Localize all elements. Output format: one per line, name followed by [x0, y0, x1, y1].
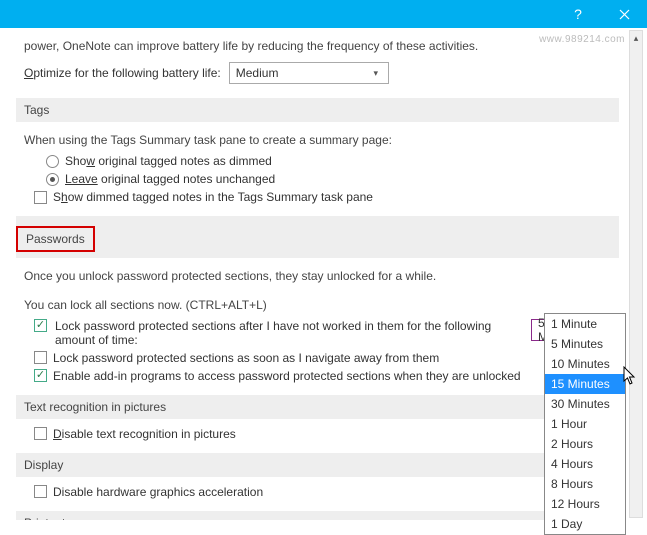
section-header-passwords: Passwords [16, 226, 95, 252]
checkbox-show-dimmed-summary[interactable] [34, 191, 47, 204]
dropdown-option[interactable]: 15 Minutes [545, 374, 625, 394]
dropdown-option[interactable]: 12 Hours [545, 494, 625, 514]
dropdown-option[interactable]: 1 Hour [545, 414, 625, 434]
section-header-display: Display [16, 453, 619, 477]
passwords-desc: Once you unlock password protected secti… [16, 264, 619, 288]
dropdown-option[interactable]: 1 Day [545, 514, 625, 534]
battery-intro-text: power, OneNote can improve battery life … [16, 34, 619, 58]
close-icon [619, 9, 630, 20]
checkbox-lock-after-idle[interactable] [34, 319, 47, 332]
checkbox-disable-text-recognition-label: Disable text recognition in pictures [53, 427, 611, 441]
checkbox-disable-text-recognition[interactable] [34, 427, 47, 440]
checkbox-show-dimmed-summary-label: Show dimmed tagged notes in the Tags Sum… [53, 190, 611, 204]
lock-timeout-dropdown[interactable]: 1 Minute5 Minutes10 Minutes15 Minutes30 … [544, 313, 626, 535]
checkbox-disable-hw-graphics[interactable] [34, 485, 47, 498]
options-panel: power, OneNote can improve battery life … [6, 28, 629, 520]
help-button[interactable]: ? [555, 0, 601, 28]
dropdown-option[interactable]: 1 Minute [545, 314, 625, 334]
checkbox-disable-hw-graphics-label: Disable hardware graphics acceleration [53, 485, 611, 499]
scroll-up-icon[interactable]: ▴ [630, 31, 642, 45]
radio-leave-unchanged[interactable] [46, 173, 59, 186]
radio-show-dimmed-label: Show original tagged notes as dimmed [65, 154, 611, 168]
dropdown-option[interactable]: 10 Minutes [545, 354, 625, 374]
titlebar: ? [0, 0, 647, 28]
checkbox-lock-on-navigate[interactable] [34, 351, 47, 364]
chevron-down-icon: ▾ [368, 68, 384, 79]
vertical-scrollbar[interactable]: ▴ [629, 30, 643, 518]
radio-leave-unchanged-label: Leave original tagged notes unchanged [65, 172, 611, 186]
section-header-passwords-row: Passwords [16, 216, 619, 258]
dropdown-option[interactable]: 30 Minutes [545, 394, 625, 414]
checkbox-enable-addins-label: Enable add-in programs to access passwor… [53, 369, 611, 383]
section-header-text-recognition: Text recognition in pictures [16, 395, 619, 419]
section-header-tags: Tags [16, 98, 619, 122]
passwords-hint: You can lock all sections now. (CTRL+ALT… [16, 289, 619, 317]
radio-show-dimmed[interactable] [46, 155, 59, 168]
dropdown-option[interactable]: 5 Minutes [545, 334, 625, 354]
tags-desc: When using the Tags Summary task pane to… [16, 128, 619, 152]
dropdown-option[interactable]: 4 Hours [545, 454, 625, 474]
dropdown-option[interactable]: 2 Hours [545, 434, 625, 454]
close-button[interactable] [601, 0, 647, 28]
section-header-printouts: Printouts [16, 511, 619, 520]
battery-life-combo[interactable]: Medium ▾ [229, 62, 389, 84]
checkbox-lock-on-navigate-label: Lock password protected sections as soon… [53, 351, 611, 365]
dropdown-option[interactable]: 8 Hours [545, 474, 625, 494]
checkbox-enable-addins[interactable] [34, 369, 47, 382]
battery-combo-value: Medium [236, 66, 279, 80]
battery-optimize-label: Optimize for the following battery life: [24, 66, 221, 80]
checkbox-lock-after-idle-label: Lock password protected sections after I… [55, 319, 523, 347]
